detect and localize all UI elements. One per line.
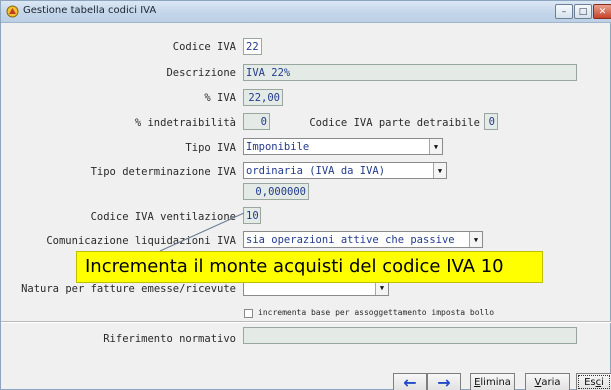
minimize-button[interactable]: – [555,4,573,19]
codice-iva-input[interactable]: 22 [243,38,262,55]
close-button[interactable]: ✕ [593,4,611,19]
codice-iva-label: Codice IVA [172,41,236,53]
previous-button[interactable]: ← [393,373,427,390]
esci-button[interactable]: Es c i [576,373,611,390]
esci-label-end: i [601,376,604,388]
varia-accel: V [534,376,542,388]
tipo-determinazione-value: ordinaria (IVA da IVA) [246,165,386,177]
comunicazione-label: Comunicazione liquidazioni IVA [46,235,236,247]
comunicazione-value: sia operazioni attive che passive [246,234,455,246]
varia-button[interactable]: Varia [525,373,570,390]
elimina-button[interactable]: Elimina [470,373,515,390]
elimina-label: limina [480,376,511,388]
minimize-icon: – [561,6,567,17]
separator-highlight [1,322,611,323]
codice-detraibile-input[interactable]: 0 [484,113,498,130]
esci-label-start: Es [584,376,596,388]
main-window: Gestione tabella codici IVA – □ ✕ Codice… [0,0,611,390]
next-button[interactable]: → [427,373,461,390]
indetraibilita-label: % indetraibilità [134,117,236,129]
riferimento-input[interactable] [243,327,577,344]
tipo-determinazione-select[interactable]: ordinaria (IVA da IVA) ▼ [243,162,447,179]
riferimento-label: Riferimento normativo [103,333,236,345]
callout-note: Incrementa il monte acquisti del codice … [76,251,543,283]
coefficiente-input[interactable]: 0,000000 [243,183,309,200]
indetraibilita-input[interactable]: 0 [243,113,270,130]
bollo-checkbox[interactable] [244,309,253,318]
tipo-iva-label: Tipo IVA [185,142,236,154]
tipo-iva-select[interactable]: Imponibile ▼ [243,138,443,155]
tipo-determinazione-label: Tipo determinazione IVA [90,166,236,178]
descrizione-label: Descrizione [166,67,236,79]
arrow-left-icon: ← [403,372,417,390]
ventilazione-label: Codice IVA ventilazione [90,211,236,223]
chevron-down-icon[interactable]: ▼ [433,163,446,178]
ventilazione-input[interactable]: 10 [243,207,261,224]
codice-detraibile-label: Codice IVA parte detraibile [309,117,480,129]
percent-iva-label: % IVA [204,92,236,104]
maximize-icon: □ [578,6,588,17]
bollo-label: incrementa base per assoggettamento impo… [258,308,495,317]
arrow-right-icon: → [437,372,451,390]
descrizione-input[interactable]: IVA 22% [243,64,577,81]
chevron-down-icon[interactable]: ▼ [429,139,442,154]
close-icon: ✕ [598,6,607,17]
tipo-iva-value: Imponibile [246,141,310,153]
maximize-button[interactable]: □ [574,4,592,19]
comunicazione-select[interactable]: sia operazioni attive che passive ▼ [243,231,483,248]
natura-label: Natura per fatture emesse/ricevute [21,283,236,295]
chevron-down-icon[interactable]: ▼ [469,232,482,247]
title-bar: Gestione tabella codici IVA – □ ✕ [1,1,611,23]
app-icon [6,5,19,18]
percent-iva-input[interactable]: 22,00 [243,89,283,106]
varia-label: aria [541,376,561,388]
window-title: Gestione tabella codici IVA [23,5,157,16]
